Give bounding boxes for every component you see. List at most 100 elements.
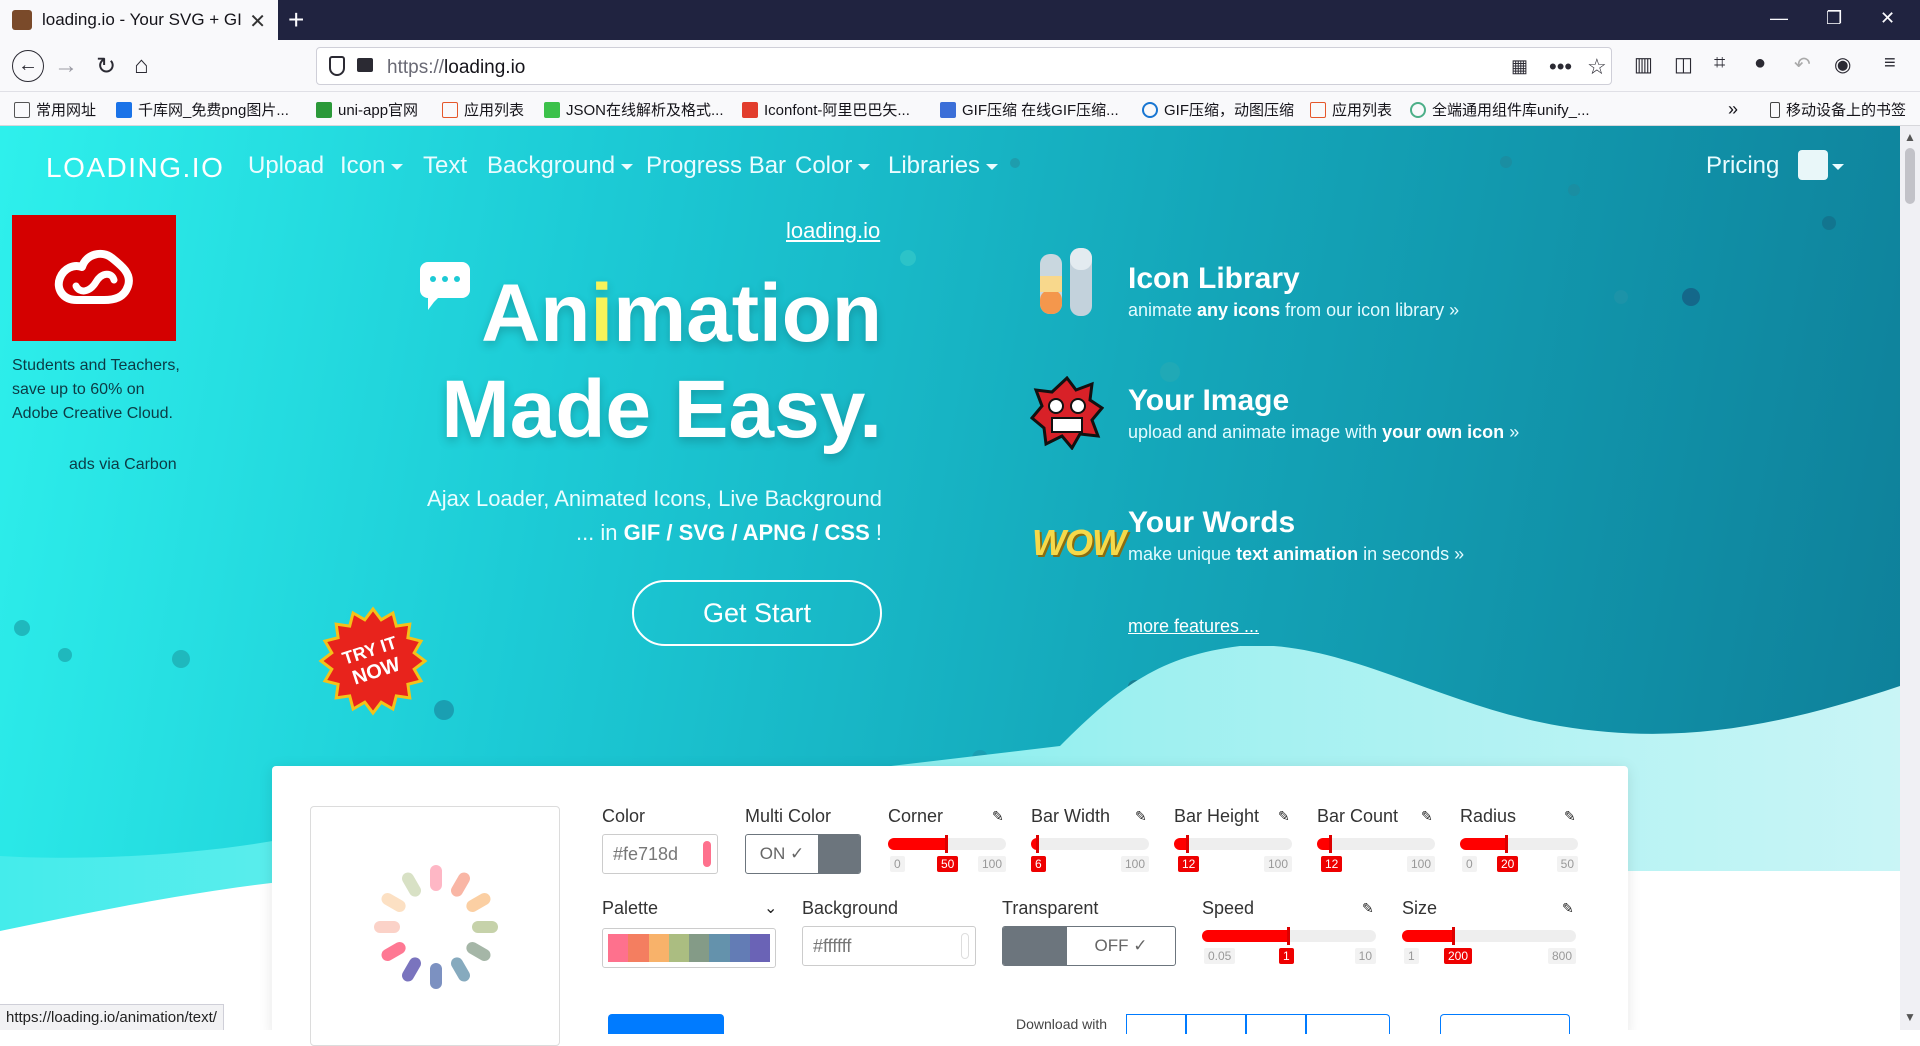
- home-icon[interactable]: ⌂: [134, 52, 149, 80]
- nav-text[interactable]: Text: [423, 152, 467, 180]
- screenshot-icon[interactable]: ⌗: [1714, 52, 1725, 75]
- bar-count-edit-icon[interactable]: ✎: [1421, 808, 1433, 825]
- slider-min: 0: [1462, 856, 1477, 872]
- background-input[interactable]: #ffffff: [802, 926, 976, 966]
- nav-upload[interactable]: Upload: [248, 152, 324, 180]
- save-as-button[interactable]: [1440, 1014, 1570, 1034]
- icon-library-icon: [1040, 248, 1092, 316]
- bookmark-item[interactable]: 应用列表: [1310, 99, 1392, 120]
- bar-height-slider[interactable]: 12 100: [1174, 835, 1292, 872]
- page-actions-icon[interactable]: •••: [1549, 54, 1572, 80]
- forward-icon[interactable]: →: [54, 52, 78, 80]
- more-bookmarks-icon[interactable]: »: [1728, 99, 1738, 120]
- scroll-down-icon[interactable]: ▼: [1904, 1010, 1916, 1024]
- nav-icon-dropdown[interactable]: Icon: [340, 152, 403, 180]
- sidebar-icon[interactable]: ◫: [1674, 52, 1693, 77]
- address-bar[interactable]: https://loading.io ▦ ••• ☆: [316, 47, 1612, 85]
- bookmark-item[interactable]: 常用网址: [14, 99, 96, 120]
- bar-count-label: Bar Count: [1317, 806, 1399, 826]
- site-logo[interactable]: LOADING.IO: [46, 152, 224, 184]
- ad-text[interactable]: Students and Teachers, save up to 60% on…: [12, 354, 182, 426]
- address-url[interactable]: https://loading.io: [387, 57, 525, 79]
- library-icon[interactable]: ▥: [1634, 52, 1653, 77]
- close-tab-icon[interactable]: ✕: [249, 9, 266, 34]
- size-slider[interactable]: 1 200 800: [1402, 927, 1576, 964]
- bookmark-item[interactable]: 移动设备上的书签: [1770, 99, 1906, 120]
- bookmark-item[interactable]: JSON在线解析及格式...: [544, 99, 724, 120]
- radius-slider[interactable]: 0 20 50: [1460, 835, 1578, 872]
- back-icon[interactable]: ←: [12, 50, 44, 82]
- default-option-button[interactable]: [608, 1014, 724, 1034]
- bookmark-item[interactable]: uni-app官网: [316, 99, 418, 120]
- hero-site-link[interactable]: loading.io: [786, 218, 880, 244]
- bookmark-item[interactable]: 全端通用组件库unify_...: [1410, 99, 1590, 120]
- nav-libraries-dropdown[interactable]: Libraries: [888, 152, 998, 180]
- feature-your-words[interactable]: Your Words make unique text animation in…: [1128, 506, 1464, 565]
- multi-color-toggle[interactable]: ON ✓: [745, 834, 861, 874]
- bookmarks-bar: 常用网址 千库网_免费png图片... uni-app官网 应用列表 JSON在…: [0, 92, 1920, 126]
- bar-width-slider[interactable]: 6 100: [1031, 835, 1149, 872]
- scroll-up-icon[interactable]: ▲: [1904, 130, 1916, 144]
- background-swatch[interactable]: [961, 933, 969, 959]
- corner-slider[interactable]: 0 50 100: [888, 835, 1006, 872]
- tracking-protection-icon[interactable]: [329, 56, 345, 76]
- undo-icon[interactable]: ↶: [1794, 52, 1811, 77]
- palette-swatch: [709, 934, 730, 962]
- bookmark-star-icon[interactable]: ☆: [1587, 54, 1607, 80]
- speed-slider[interactable]: 0.05 1 10: [1202, 927, 1376, 964]
- size-edit-icon[interactable]: ✎: [1562, 900, 1574, 917]
- more-features-link[interactable]: more features ...: [1128, 616, 1259, 637]
- bar-height-edit-icon[interactable]: ✎: [1278, 808, 1290, 825]
- color-input[interactable]: #fe718d: [602, 834, 718, 874]
- corner-edit-icon[interactable]: ✎: [992, 808, 1004, 825]
- feature-your-image[interactable]: Your Image upload and animate image with…: [1128, 384, 1519, 443]
- reload-icon[interactable]: ↻: [96, 52, 116, 81]
- palette-selector[interactable]: [602, 928, 776, 968]
- nav-background-dropdown[interactable]: Background: [487, 152, 633, 180]
- nav-color-dropdown[interactable]: Color: [795, 152, 870, 180]
- download-css-button[interactable]: [1246, 1014, 1306, 1034]
- page-scrollbar[interactable]: ▲ ▼: [1900, 126, 1920, 1030]
- speed-edit-icon[interactable]: ✎: [1362, 900, 1374, 917]
- tab-title: loading.io - Your SVG + GIF: [42, 10, 242, 29]
- user-menu-caret-icon[interactable]: [1826, 152, 1844, 180]
- ad-image[interactable]: [12, 215, 176, 341]
- menu-icon[interactable]: ≡: [1884, 52, 1896, 75]
- slider-max: 10: [1354, 948, 1376, 964]
- color-swatch[interactable]: [703, 841, 711, 867]
- spinner-bar: [381, 942, 406, 961]
- download-svg-button[interactable]: [1186, 1014, 1246, 1034]
- transparent-toggle[interactable]: OFF ✓: [1002, 926, 1176, 966]
- feature-icon-library[interactable]: Icon Library animate any icons from our …: [1128, 262, 1459, 321]
- spinner-bar: [402, 872, 421, 897]
- minimize-icon[interactable]: —: [1770, 8, 1788, 29]
- lock-icon[interactable]: [357, 58, 373, 72]
- qr-code-icon[interactable]: ▦: [1511, 56, 1528, 77]
- download-png-button[interactable]: [1306, 1014, 1390, 1034]
- close-window-icon[interactable]: ✕: [1880, 8, 1895, 29]
- nav-progress-bar[interactable]: Progress Bar: [646, 152, 786, 180]
- bookmark-item[interactable]: 应用列表: [442, 99, 524, 120]
- ad-via[interactable]: ads via Carbon: [69, 456, 177, 474]
- slider-value: 12: [1321, 856, 1343, 872]
- hero-title: Animation Made Easy.: [441, 268, 882, 455]
- account-icon[interactable]: ◉: [1834, 52, 1851, 77]
- download-gif-button[interactable]: [1126, 1014, 1186, 1034]
- restore-icon[interactable]: ❐: [1826, 8, 1842, 29]
- palette-expand-icon[interactable]: ⌄: [764, 898, 777, 918]
- scroll-thumb[interactable]: [1905, 148, 1915, 204]
- new-tab-icon[interactable]: +: [288, 4, 304, 36]
- bookmark-item[interactable]: Iconfont-阿里巴巴矢...: [742, 99, 910, 120]
- user-menu-spinner-icon[interactable]: [1798, 150, 1828, 180]
- bookmark-item[interactable]: 千库网_免费png图片...: [116, 99, 289, 120]
- radius-edit-icon[interactable]: ✎: [1564, 808, 1576, 825]
- chat-icon[interactable]: ●: [1754, 52, 1766, 75]
- browser-tab[interactable]: loading.io - Your SVG + GIF ✕: [0, 0, 278, 40]
- bar-count-slider[interactable]: 12 100: [1317, 835, 1435, 872]
- mobile-icon: [1770, 101, 1780, 118]
- bar-width-edit-icon[interactable]: ✎: [1135, 808, 1147, 825]
- nav-pricing[interactable]: Pricing: [1706, 152, 1779, 180]
- get-start-button[interactable]: Get Start: [632, 580, 882, 646]
- bookmark-item[interactable]: GIF压缩 在线GIF压缩...: [940, 99, 1119, 120]
- bookmark-item[interactable]: GIF压缩，动图压缩: [1142, 99, 1294, 120]
